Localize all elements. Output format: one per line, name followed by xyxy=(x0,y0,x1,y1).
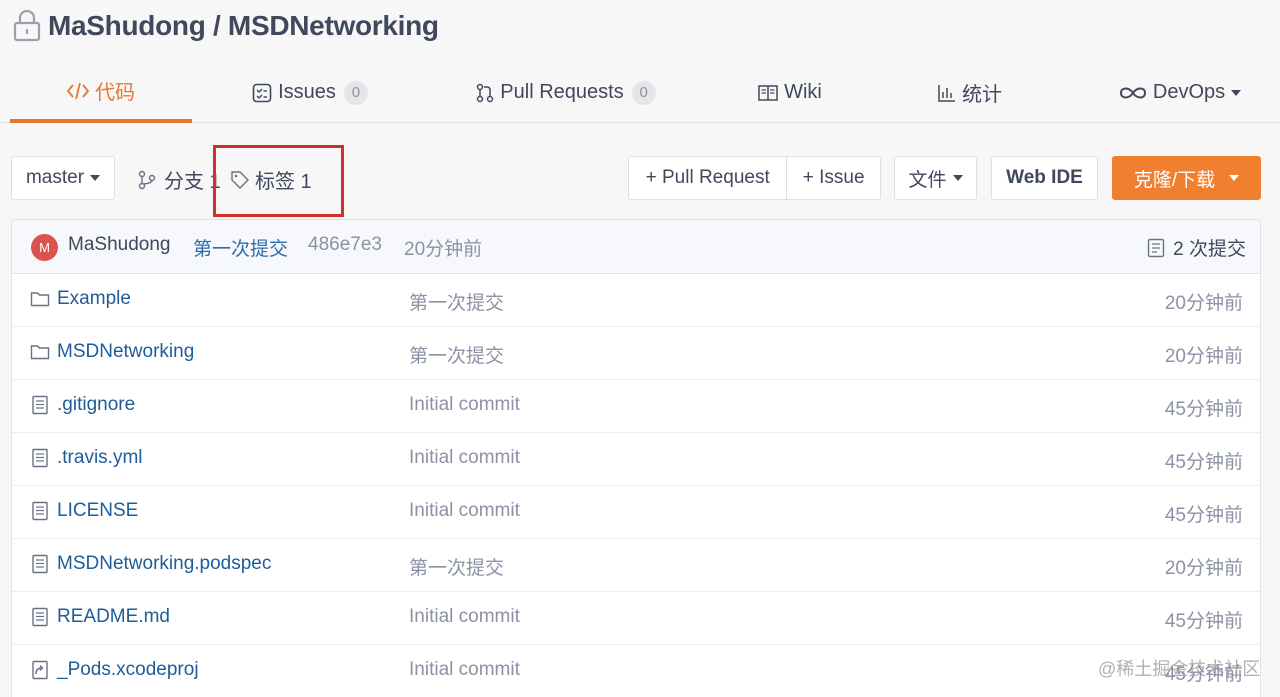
highlight-annotation-box xyxy=(213,145,344,217)
commit-count-link[interactable]: 2 次提交 xyxy=(1147,234,1246,261)
tab-wiki[interactable]: Wiki xyxy=(740,62,840,123)
issues-count-badge: 0 xyxy=(343,80,368,105)
tab-label: Pull Requests xyxy=(500,81,624,103)
file-commit-time: 45分钟前 xyxy=(1164,399,1243,420)
pull-requests-count-badge: 0 xyxy=(631,80,656,105)
chevron-down-icon xyxy=(1229,175,1240,181)
tab-pull-requests[interactable]: Pull Requests 0 xyxy=(460,62,672,123)
branch-select[interactable]: master xyxy=(11,156,115,200)
file-commit-time: 20分钟前 xyxy=(1164,558,1243,579)
file-row[interactable]: .travis.yml Initial commit 45分钟前 xyxy=(12,433,1260,486)
file-symlink-icon xyxy=(30,660,50,680)
file-table: M MaShudong 第一次提交 486e7e3 20分钟前 2 次提交 Ex… xyxy=(11,219,1261,697)
pull-request-icon xyxy=(476,83,494,103)
file-commit-time: 45分钟前 xyxy=(1164,611,1243,632)
file-commit-message[interactable]: 第一次提交 xyxy=(409,288,504,315)
file-name-link[interactable]: MSDNetworking xyxy=(57,341,194,363)
clone-download-button[interactable]: 克隆/下载 xyxy=(1112,156,1261,200)
file-commit-message[interactable]: 第一次提交 xyxy=(409,341,504,368)
tab-label: 统计 xyxy=(962,84,1002,106)
avatar[interactable]: M xyxy=(31,234,58,261)
file-commit-time: 45分钟前 xyxy=(1164,505,1243,526)
new-issue-button[interactable]: + Issue xyxy=(787,157,880,199)
file-commit-message[interactable]: Initial commit xyxy=(409,447,520,469)
new-pull-request-button[interactable]: + Pull Request xyxy=(629,157,788,199)
file-menu-label: 文件 xyxy=(908,169,947,191)
file-name-link[interactable]: LICENSE xyxy=(57,500,138,522)
repo-tabs: 代码 Issues 0 Pull Requests 0 Wiki 统计 DevO… xyxy=(10,62,1280,123)
repo-header: MaShudong / MSDNetworking 代码 Issues 0 Pu… xyxy=(0,0,1280,123)
chart-icon xyxy=(938,84,956,102)
latest-commit-bar: M MaShudong 第一次提交 486e7e3 20分钟前 2 次提交 xyxy=(12,220,1260,274)
file-commit-time: 45分钟前 xyxy=(1164,452,1243,473)
tab-label: Issues xyxy=(278,81,336,103)
file-name-link[interactable]: .travis.yml xyxy=(57,447,143,469)
repo-title: MaShudong / MSDNetworking xyxy=(12,8,439,44)
lock-icon xyxy=(13,10,41,42)
file-name-link[interactable]: README.md xyxy=(57,606,170,628)
tab-label: Wiki xyxy=(784,81,822,103)
file-row[interactable]: .gitignore Initial commit 45分钟前 xyxy=(12,380,1260,433)
chevron-down-icon xyxy=(1231,89,1242,96)
file-commit-message[interactable]: Initial commit xyxy=(409,394,520,416)
commit-time: 20分钟前 xyxy=(404,239,483,260)
file-row[interactable]: _Pods.xcodeproj Initial commit 45分钟前 xyxy=(12,645,1260,697)
commit-count-label: 2 次提交 xyxy=(1173,239,1246,260)
tab-code[interactable]: 代码 xyxy=(10,62,192,123)
tab-statistics[interactable]: 统计 xyxy=(920,62,1020,123)
file-name-link[interactable]: Example xyxy=(57,288,131,310)
file-name-link[interactable]: _Pods.xcodeproj xyxy=(57,659,199,681)
code-icon xyxy=(67,82,89,100)
file-icon xyxy=(30,607,50,627)
branches-link[interactable]: 分支 1 xyxy=(138,165,221,194)
tab-label: DevOps xyxy=(1152,81,1226,103)
file-icon xyxy=(30,448,50,468)
infinity-icon xyxy=(1119,85,1147,101)
commits-icon xyxy=(1147,238,1165,257)
file-row[interactable]: README.md Initial commit 45分钟前 xyxy=(12,592,1260,645)
watermark: @稀土掘金技术社区 xyxy=(1098,659,1261,679)
branch-icon xyxy=(138,170,156,189)
clone-label: 克隆/下载 xyxy=(1133,169,1216,191)
tab-label: 代码 xyxy=(95,82,135,104)
folder-icon xyxy=(30,342,50,362)
file-commit-message[interactable]: 第一次提交 xyxy=(409,553,504,580)
commit-message[interactable]: 第一次提交 xyxy=(193,234,288,261)
file-name-link[interactable]: MSDNetworking.podspec xyxy=(57,553,271,575)
file-commit-message[interactable]: Initial commit xyxy=(409,606,520,628)
file-row[interactable]: MSDNetworking 第一次提交 20分钟前 xyxy=(12,327,1260,380)
repo-name[interactable]: MaShudong / MSDNetworking xyxy=(48,10,439,42)
file-commit-message[interactable]: Initial commit xyxy=(409,659,520,681)
tab-issues[interactable]: Issues 0 xyxy=(240,62,380,123)
file-menu-button[interactable]: 文件 xyxy=(894,156,977,200)
create-button-group: + Pull Request + Issue xyxy=(628,156,881,200)
file-name-link[interactable]: .gitignore xyxy=(57,394,135,416)
tab-devops[interactable]: DevOps xyxy=(1110,62,1250,123)
file-commit-time: 20分钟前 xyxy=(1164,346,1243,367)
commit-sha[interactable]: 486e7e3 xyxy=(308,234,382,256)
file-commit-time: 20分钟前 xyxy=(1164,293,1243,314)
folder-icon xyxy=(30,289,50,309)
file-row[interactable]: Example 第一次提交 20分钟前 xyxy=(12,274,1260,327)
file-icon xyxy=(30,501,50,521)
web-ide-button[interactable]: Web IDE xyxy=(991,156,1098,200)
chevron-down-icon xyxy=(952,175,963,181)
file-icon xyxy=(30,395,50,415)
commit-author[interactable]: MaShudong xyxy=(68,234,170,256)
file-row[interactable]: MSDNetworking.podspec 第一次提交 20分钟前 xyxy=(12,539,1260,592)
chevron-down-icon xyxy=(90,175,101,181)
wiki-icon xyxy=(758,84,778,102)
file-commit-message[interactable]: Initial commit xyxy=(409,500,520,522)
issues-icon xyxy=(252,83,272,103)
branch-name: master xyxy=(25,167,85,188)
file-row[interactable]: LICENSE Initial commit 45分钟前 xyxy=(12,486,1260,539)
file-icon xyxy=(30,554,50,574)
